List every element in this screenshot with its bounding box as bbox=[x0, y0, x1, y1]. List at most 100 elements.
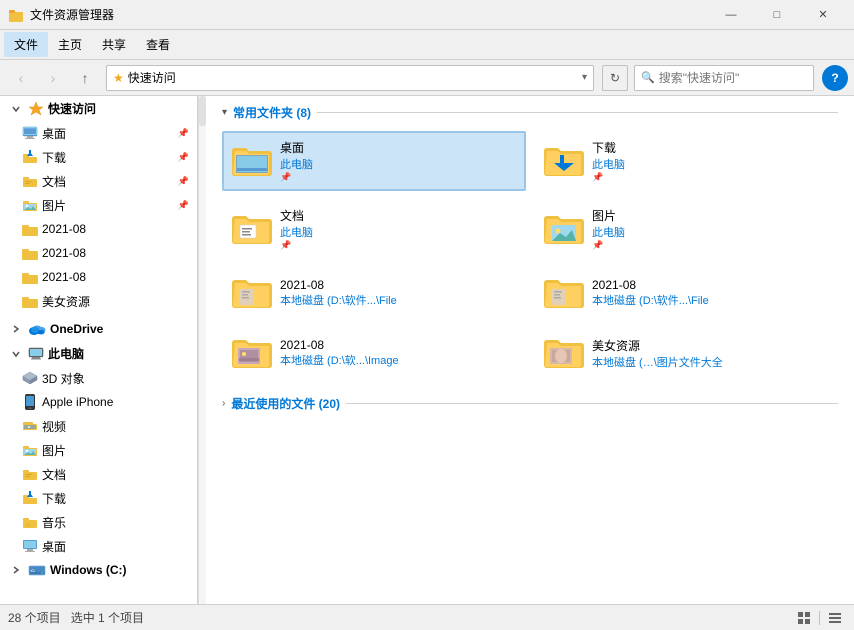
search-input[interactable] bbox=[659, 71, 807, 85]
video-icon bbox=[22, 418, 38, 434]
folder-2021-1-name: 2021-08 bbox=[280, 278, 516, 292]
title-bar-left: 文件资源管理器 bbox=[8, 6, 114, 23]
folder-desktop-icon bbox=[232, 143, 272, 179]
onedrive-label: OneDrive bbox=[50, 322, 103, 336]
menu-share[interactable]: 共享 bbox=[92, 32, 136, 57]
status-bar: 28 个项目 选中 1 个项目 bbox=[0, 604, 854, 630]
folder-documents-info: 文档 此电脑 📌 bbox=[280, 207, 516, 251]
sidebar-item-3d[interactable]: 3D 对象 bbox=[0, 366, 197, 390]
folder-item-downloads[interactable]: 下载 此电脑 📌 bbox=[534, 131, 838, 191]
section-recent-files[interactable]: › 最近使用的文件 (20) bbox=[222, 395, 838, 412]
sidebar-item-documents2[interactable]: 文档 bbox=[0, 462, 197, 486]
folder-meinv-icon bbox=[544, 335, 584, 371]
menu-home[interactable]: 主页 bbox=[48, 32, 92, 57]
sidebar-item-apple-iphone[interactable]: Apple iPhone bbox=[0, 390, 197, 414]
folder-pictures-icon bbox=[544, 211, 584, 247]
sidebar-item-windows-c[interactable]: C: Windows (C:) bbox=[0, 558, 197, 582]
sidebar-item-3d-label: 3D 对象 bbox=[42, 370, 189, 387]
folder-meinv-name: 美女资源 bbox=[592, 337, 828, 354]
maximize-button[interactable]: □ bbox=[754, 0, 800, 30]
minimize-button[interactable]: — bbox=[708, 0, 754, 30]
folder-item-documents[interactable]: 文档 此电脑 📌 bbox=[222, 199, 526, 259]
sidebar-item-video[interactable]: 视频 bbox=[0, 414, 197, 438]
chevron-down-icon bbox=[8, 101, 24, 117]
sidebar-item-folder1[interactable]: 2021-08 bbox=[0, 217, 197, 241]
help-button[interactable]: ? bbox=[822, 65, 848, 91]
sidebar-item-documents-label: 文档 bbox=[42, 173, 174, 190]
address-bar[interactable]: ★ 快速访问 ▾ bbox=[106, 65, 594, 91]
pin-icon: 📌 bbox=[178, 128, 189, 139]
folder-2021-img-meta: 本地磁盘 (D:\软...\Image bbox=[280, 352, 516, 368]
sidebar-item-pictures-label: 图片 bbox=[42, 197, 174, 214]
close-button[interactable]: ✕ bbox=[800, 0, 846, 30]
folder-documents-pin: 📌 bbox=[280, 240, 516, 251]
folder-item-2021-img[interactable]: 2021-08 本地磁盘 (D:\软...\Image bbox=[222, 327, 526, 379]
sidebar-item-folder2[interactable]: 2021-08 bbox=[0, 241, 197, 265]
forward-button[interactable]: › bbox=[38, 64, 68, 92]
grid-view-button[interactable] bbox=[793, 607, 815, 629]
sidebar-item-music[interactable]: ♪ 音乐 bbox=[0, 510, 197, 534]
folder-downloads-info: 下载 此电脑 📌 bbox=[592, 139, 828, 183]
folder-item-pictures[interactable]: 图片 此电脑 📌 bbox=[534, 199, 838, 259]
sidebar-item-downloads2[interactable]: 下载 bbox=[0, 486, 197, 510]
file-grid: 桌面 此电脑 📌 下载 此电脑 � bbox=[222, 131, 838, 379]
address-star-icon: ★ bbox=[113, 71, 124, 85]
quick-access-star-icon bbox=[28, 101, 44, 117]
menu-view[interactable]: 查看 bbox=[136, 32, 180, 57]
section2-divider bbox=[346, 403, 838, 404]
sidebar-item-documents[interactable]: 文档 📌 bbox=[0, 169, 197, 193]
folder-item-meinv[interactable]: 美女资源 本地磁盘 (…\图片文件大全 bbox=[534, 327, 838, 379]
sidebar-item-music-label: 音乐 bbox=[42, 514, 189, 531]
folder-2021-img-info: 2021-08 本地磁盘 (D:\软...\Image bbox=[280, 338, 516, 368]
folder-desktop-meta: 此电脑 bbox=[280, 156, 516, 172]
up-button[interactable]: ↑ bbox=[70, 64, 100, 92]
menu-file[interactable]: 文件 bbox=[4, 32, 48, 57]
drive-icon: C: bbox=[28, 563, 46, 577]
folder-documents-meta: 此电脑 bbox=[280, 224, 516, 240]
sidebar-item-pictures2-label: 图片 bbox=[42, 442, 189, 459]
folder-downloads-meta: 此电脑 bbox=[592, 156, 828, 172]
folder-meinv-info: 美女资源 本地磁盘 (…\图片文件大全 bbox=[592, 337, 828, 370]
folder-icon bbox=[22, 269, 38, 285]
folder-item-2021-1[interactable]: 2021-08 本地磁盘 (D:\软件...\File bbox=[222, 267, 526, 319]
sidebar-item-desktop-label: 桌面 bbox=[42, 125, 174, 142]
sidebar-group-quick-access[interactable]: 快速访问 bbox=[0, 96, 197, 121]
sidebar-item-pictures2[interactable]: 图片 bbox=[0, 438, 197, 462]
back-button[interactable]: ‹ bbox=[6, 64, 36, 92]
address-text: 快速访问 bbox=[128, 69, 578, 86]
sidebar-group-onedrive[interactable]: OneDrive bbox=[0, 317, 197, 341]
sidebar-item-desktop2[interactable]: 桌面 bbox=[0, 534, 197, 558]
folder-pictures-meta: 此电脑 bbox=[592, 224, 828, 240]
window-controls: — □ ✕ bbox=[708, 0, 846, 30]
windows-c-label: Windows (C:) bbox=[50, 563, 127, 577]
refresh-button[interactable]: ↻ bbox=[602, 65, 628, 91]
chevron-right-icon bbox=[8, 321, 24, 337]
list-view-button[interactable] bbox=[824, 607, 846, 629]
sidebar-item-folder3[interactable]: 2021-08 bbox=[0, 265, 197, 289]
folder-item-desktop[interactable]: 桌面 此电脑 📌 bbox=[222, 131, 526, 191]
section-common-folders[interactable]: ▾ 常用文件夹 (8) bbox=[222, 104, 838, 121]
sidebar-item-downloads[interactable]: 下载 📌 bbox=[0, 145, 197, 169]
folder-downloads-icon bbox=[544, 143, 584, 179]
address-chevron-icon[interactable]: ▾ bbox=[582, 72, 587, 83]
sidebar-item-meinv[interactable]: 美女资源 bbox=[0, 289, 197, 313]
title-bar: 文件资源管理器 — □ ✕ bbox=[0, 0, 854, 30]
sidebar-item-pictures[interactable]: 图片 📌 bbox=[0, 193, 197, 217]
search-icon: 🔍 bbox=[641, 71, 655, 84]
status-selected-count: 选中 1 个项目 bbox=[71, 609, 144, 626]
folder-item-2021-2[interactable]: 2021-08 本地磁盘 (D:\软件...\File bbox=[534, 267, 838, 319]
search-bar[interactable]: 🔍 bbox=[634, 65, 814, 91]
section2-title: 最近使用的文件 (20) bbox=[231, 395, 340, 412]
folder-meinv-meta: 本地磁盘 (…\图片文件大全 bbox=[592, 354, 828, 370]
folder-documents-icon bbox=[232, 211, 272, 247]
folder-2021-1-info: 2021-08 本地磁盘 (D:\软件...\File bbox=[280, 278, 516, 308]
folder-2021-2-info: 2021-08 本地磁盘 (D:\软件...\File bbox=[592, 278, 828, 308]
sidebar-group-this-pc[interactable]: 此电脑 bbox=[0, 341, 197, 366]
sidebar-item-folder3-label: 2021-08 bbox=[42, 270, 189, 284]
chevron-right-icon2 bbox=[8, 562, 24, 578]
sidebar-item-desktop[interactable]: 桌面 📌 bbox=[0, 121, 197, 145]
sidebar-item-documents2-label: 文档 bbox=[42, 466, 189, 483]
sidebar-item-desktop2-label: 桌面 bbox=[42, 538, 189, 555]
desktop-icon bbox=[22, 125, 38, 141]
sidebar-scrollbar[interactable] bbox=[198, 96, 206, 604]
